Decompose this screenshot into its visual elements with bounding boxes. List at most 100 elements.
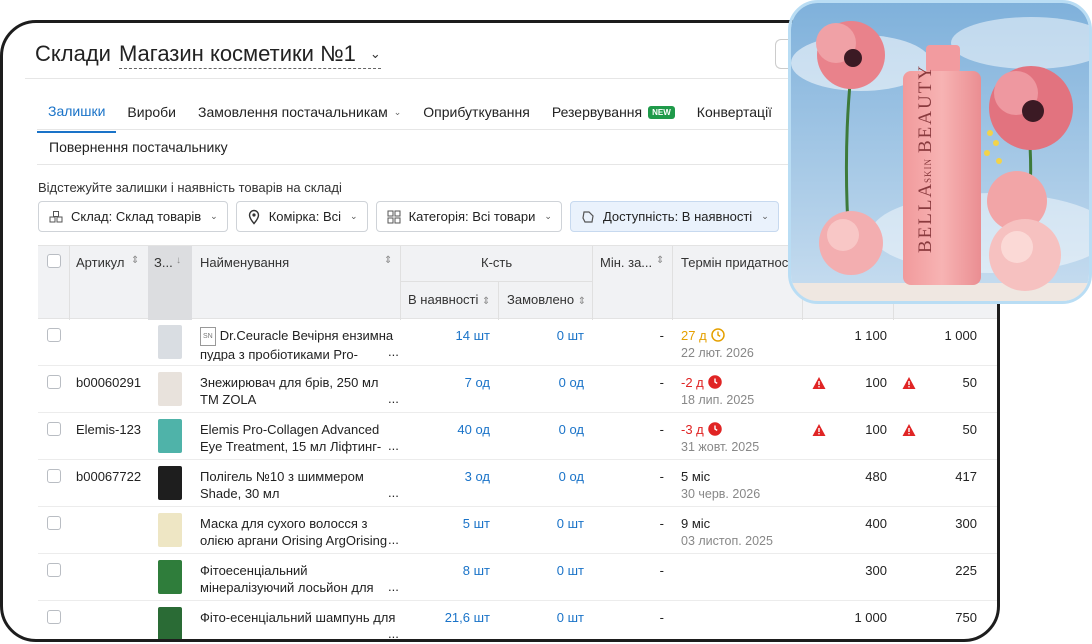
table-row[interactable]: b00067722 Полігель №10 з шиммером Shade, … xyxy=(38,460,997,507)
product-name[interactable]: Elemis Pro-Collagen Advanced Eye Treatme… xyxy=(200,421,396,455)
product-thumbnail xyxy=(158,607,182,639)
sku-cell: b00067722 xyxy=(76,469,142,484)
min-stock: - xyxy=(659,422,664,437)
in-stock-qty[interactable]: 40 од xyxy=(400,421,490,438)
tab-1[interactable]: Вироби xyxy=(116,100,187,132)
product-name[interactable]: Фітоесенціальний мінералізуючий лосьйон … xyxy=(200,562,396,596)
expiry-remaining: -2 д xyxy=(681,375,704,390)
row-checkbox[interactable] xyxy=(47,516,61,530)
product-name[interactable]: Фіто-есенціальний шампунь для xyxy=(200,609,396,639)
ordered-qty[interactable]: 0 од xyxy=(498,468,584,485)
ordered-qty[interactable]: 0 шт xyxy=(498,562,584,579)
filter-2[interactable]: Категорія: Всі товари ⌄ xyxy=(375,201,562,232)
ordered-qty[interactable]: 0 од xyxy=(498,374,584,391)
ellipsis: ... xyxy=(388,532,399,547)
col-expiry[interactable]: Термін придатності xyxy=(672,246,802,320)
col-sku[interactable]: Артикул ⇕ xyxy=(69,246,148,320)
value-1: 400 xyxy=(865,516,887,531)
row-checkbox[interactable] xyxy=(47,469,61,483)
filter-bar: Склад: Склад товарів ⌄ Комірка: Всі ⌄ Катего… xyxy=(38,201,779,232)
tab-4[interactable]: Резервування NEW xyxy=(541,100,686,132)
row-checkbox[interactable] xyxy=(47,610,61,624)
col-min-label: Мін. за... xyxy=(600,255,653,270)
expiry-cell: 27 д 22 лют. 2026 xyxy=(681,327,754,362)
sort-icon: ⇕ xyxy=(656,255,665,266)
filter-0[interactable]: Склад: Склад товарів ⌄ xyxy=(38,201,228,232)
tab-label: Замовлення постачальникам xyxy=(198,104,388,120)
table-row[interactable]: Фітоесенціальний мінералізуючий лосьйон … xyxy=(38,554,997,601)
row-checkbox[interactable] xyxy=(47,375,61,389)
in-stock-qty[interactable]: 3 од xyxy=(400,468,490,485)
row-checkbox[interactable] xyxy=(47,422,61,436)
in-stock-qty[interactable]: 7 од xyxy=(400,374,490,391)
filter-3[interactable]: Доступність: В наявності ⌄ xyxy=(569,201,779,232)
col-name[interactable]: Найменування ⇕ xyxy=(192,246,400,320)
col-photo[interactable]: З... ↓ xyxy=(148,246,192,320)
tab-supplier-return[interactable]: Повернення постачальнику xyxy=(49,139,228,155)
in-stock-qty[interactable]: 21,6 шт xyxy=(400,609,490,626)
select-all-checkbox[interactable] xyxy=(47,254,61,268)
new-badge: NEW xyxy=(648,105,675,119)
product-thumbnail xyxy=(158,560,182,594)
col-in-stock[interactable]: В наявності ⇕ xyxy=(408,292,490,307)
in-stock-qty[interactable]: 8 шт xyxy=(400,562,490,579)
expiry-date: 18 лип. 2025 xyxy=(681,393,755,407)
product-name[interactable]: Знежирювач для брів, 250 мл ТМ ZOLA xyxy=(200,374,396,408)
page-title: Склади xyxy=(35,41,111,66)
col-min[interactable]: Мін. за... ⇕ xyxy=(592,246,672,320)
tab-label: Оприбуткування xyxy=(423,104,530,120)
row-checkbox[interactable] xyxy=(47,563,61,577)
store-selector[interactable]: Магазин косметики №1 ⌄ xyxy=(118,41,381,69)
value-1: 1 000 xyxy=(854,610,887,625)
ordered-qty[interactable]: 0 шт xyxy=(498,609,584,626)
tab-label: Залишки xyxy=(48,103,106,119)
tab-5[interactable]: Конвертації xyxy=(686,100,783,132)
value-2: 50 xyxy=(962,422,977,437)
expiry-cell: -3 д 31 жовт. 2025 xyxy=(681,421,759,456)
ordered-qty[interactable]: 0 шт xyxy=(498,327,584,344)
table-row[interactable]: Маска для сухого волосся з олією аргани … xyxy=(38,507,997,554)
min-stock: - xyxy=(659,610,664,625)
sku-cell: b00060291 xyxy=(76,375,142,390)
product-name-text: Знежирювач для брів, 250 мл ТМ ZOLA xyxy=(200,375,379,407)
tab-0[interactable]: Залишки xyxy=(37,99,117,133)
sort-desc-icon: ↓ xyxy=(176,255,181,266)
col-ordered[interactable]: Замовлено ⇕ xyxy=(507,292,586,307)
ordered-qty[interactable]: 0 шт xyxy=(498,515,584,532)
expiry-cell: 5 міс 30 черв. 2026 xyxy=(681,468,760,503)
expiry-cell: -2 д 18 лип. 2025 xyxy=(681,374,754,409)
min-stock: - xyxy=(659,375,664,390)
table-row[interactable]: Фіто-есенціальний шампунь для... 21,6 шт 0… xyxy=(38,601,997,639)
tab-3[interactable]: Оприбуткування xyxy=(412,100,541,132)
chevron-down-icon: ⌄ xyxy=(761,211,769,221)
filter-1[interactable]: Комірка: Всі ⌄ xyxy=(235,201,368,232)
product-name[interactable]: Полігель №10 з шиммером Shade, 30 мл xyxy=(200,468,396,502)
col-name-label: Найменування xyxy=(200,255,290,270)
expiry-remaining: 9 міс xyxy=(681,516,711,531)
table-row[interactable]: Elemis-123 Elemis Pro-Collagen Advanced E… xyxy=(38,413,997,460)
in-stock-qty[interactable]: 14 шт xyxy=(400,327,490,344)
stock-table: Артикул ⇕ З... ↓ Найменування ⇕ К-сть В … xyxy=(38,245,997,639)
product-name[interactable]: SN Dr.Ceuracle Вечірня ензимна пудра з пр… xyxy=(200,327,396,361)
product-name[interactable]: Маска для сухого волосся з олією аргани … xyxy=(200,515,396,549)
tab-2[interactable]: Замовлення постачальникам ⌄ xyxy=(187,100,412,132)
product-name-text: Фіто-есенціальний шампунь для xyxy=(200,610,396,625)
ordered-qty[interactable]: 0 од xyxy=(498,421,584,438)
table-row[interactable]: b00060291 Знежирювач для брів, 250 мл ТМ … xyxy=(38,366,997,413)
in-stock-qty[interactable]: 5 шт xyxy=(400,515,490,532)
table-body: SN Dr.Ceuracle Вечірня ензимна пудра з пр… xyxy=(38,319,997,639)
expiry-remaining: 27 д xyxy=(681,328,707,343)
product-thumbnail xyxy=(158,325,182,359)
brand-text: BELLA xyxy=(915,182,936,253)
col-qty-label: К-сть xyxy=(481,255,513,270)
chevron-down-icon: ⌄ xyxy=(544,211,552,221)
cosmetics-illustration: BELLA SKIN BEAUTY xyxy=(791,3,1089,301)
value-2: 300 xyxy=(955,516,977,531)
table-row[interactable]: SN Dr.Ceuracle Вечірня ензимна пудра з пр… xyxy=(38,319,997,366)
chevron-down-icon: ⌄ xyxy=(210,211,218,221)
product-thumbnail xyxy=(158,419,182,453)
brand-text-3: BEAUTY xyxy=(915,64,936,153)
product-thumbnail xyxy=(158,513,182,547)
warehouse-icon xyxy=(48,209,64,225)
row-checkbox[interactable] xyxy=(47,328,61,342)
